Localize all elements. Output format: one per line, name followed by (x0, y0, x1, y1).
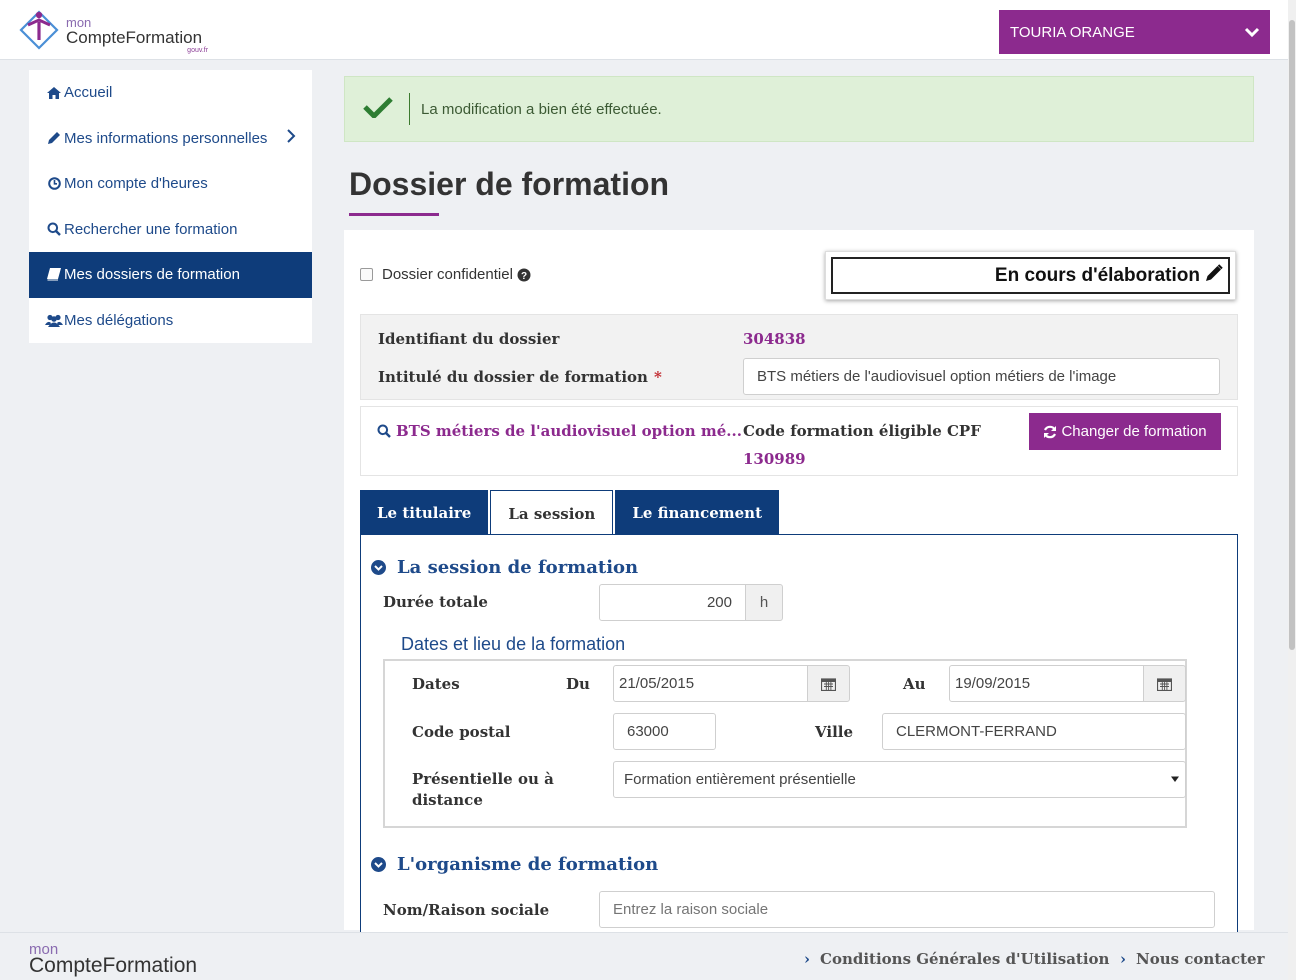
dossier-title-input[interactable]: BTS métiers de l'audiovisuel option méti… (743, 358, 1220, 395)
cp-label: Code postal (412, 723, 511, 741)
sidebar-item-label: Mes délégations (64, 311, 174, 329)
tab-financement[interactable]: Le financement (615, 490, 780, 535)
confidential-row: Dossier confidentiel ? (360, 266, 531, 283)
dates-label: Dates (412, 675, 460, 693)
main-content: La modification a bien été effectuée. Do… (344, 76, 1254, 944)
au-label: Au (903, 675, 926, 693)
user-name: TOURIA ORANGE (1010, 23, 1135, 41)
formation-link[interactable]: BTS métiers de l'audiovisuel option mé..… (377, 422, 742, 440)
search-icon (45, 222, 63, 237)
select-arrow-icon (1171, 775, 1179, 783)
duree-input[interactable]: 200 (599, 584, 746, 621)
sidebar-item-delegations[interactable]: Mes délégations (29, 298, 312, 344)
cgu-link[interactable]: › Conditions Générales d'Utilisation (804, 950, 1109, 968)
sidebar-item-infos-perso[interactable]: Mes informations personnelles (29, 116, 312, 162)
chevron-circle-down-icon (371, 857, 386, 872)
ville-input[interactable]: CLERMONT-FERRAND (882, 713, 1186, 750)
title-underline (349, 213, 439, 216)
tab-titulaire[interactable]: Le titulaire (360, 490, 489, 535)
organisme-section-title[interactable]: L'organisme de formation (371, 854, 658, 875)
sidebar-item-dossiers[interactable]: Mes dossiers de formation (29, 252, 312, 298)
footer-logo[interactable]: mon CompteFormation (29, 942, 198, 977)
date-au-input[interactable]: 19/09/2015 (949, 665, 1144, 702)
sidebar-item-label: Mon compte d'heures (64, 175, 208, 193)
logo-mark-icon (16, 8, 62, 54)
change-formation-button[interactable]: Changer de formation (1029, 413, 1221, 450)
title-label: Intitulé du dossier de formation * (378, 368, 662, 386)
required-mark: * (653, 368, 662, 386)
mode-label: Présentielle ou à distance (412, 770, 554, 809)
duree-label: Durée totale (383, 593, 488, 611)
sidebar: Accueil Mes informations personnelles Mo… (29, 70, 312, 343)
sidebar-item-label: Mes informations personnelles (64, 129, 268, 147)
nom-label: Nom/Raison sociale (383, 901, 550, 919)
contact-link[interactable]: › Nous contacter (1120, 950, 1265, 968)
cpf-label: Code formation éligible CPF (743, 422, 981, 440)
sidebar-item-label: Mes dossiers de formation (64, 266, 240, 284)
confidential-checkbox[interactable] (360, 268, 373, 281)
status-text: En cours d'élaboration (994, 264, 1200, 286)
footer: mon CompteFormation › Conditions Générale… (0, 932, 1288, 980)
duree-unit-addon: h (745, 584, 783, 621)
home-icon (45, 86, 63, 99)
logo-big-text: CompteFormation (66, 28, 203, 47)
help-icon[interactable]: ? (517, 268, 531, 282)
pencil-icon (45, 131, 63, 145)
sidebar-item-rechercher[interactable]: Rechercher une formation (29, 207, 312, 253)
site-logo[interactable]: mon CompteFormation gouv.fr (16, 8, 208, 54)
chevron-circle-down-icon (371, 560, 386, 575)
code-postal-input[interactable]: 63000 (613, 713, 716, 750)
chevron-right-icon (286, 128, 296, 147)
dates-lieu-fieldset: Dates Du 21/05/2015 Au 19/09/2015 Code p… (383, 659, 1187, 828)
status-box[interactable]: En cours d'élaboration (825, 251, 1236, 300)
formation-box: BTS métiers de l'audiovisuel option mé..… (360, 406, 1238, 476)
book-icon (45, 268, 63, 281)
sidebar-item-label: Rechercher une formation (64, 220, 238, 238)
sidebar-item-accueil[interactable]: Accueil (29, 70, 312, 116)
user-menu-button[interactable]: TOURIA ORANGE (999, 10, 1270, 54)
logo-gouv-text: gouv.fr (187, 47, 209, 54)
page-title: Dossier de formation (349, 166, 670, 202)
clock-icon (45, 177, 63, 191)
users-icon (45, 314, 63, 327)
sidebar-item-compte-heures[interactable]: Mon compte d'heures (29, 161, 312, 207)
id-label: Identifiant du dossier (378, 330, 560, 348)
date-du-input[interactable]: 21/05/2015 (613, 665, 808, 702)
edit-pencil-icon[interactable] (1200, 263, 1223, 288)
chevron-right-icon: › (1120, 950, 1126, 968)
top-header: mon CompteFormation gouv.fr TOURIA ORANG… (0, 0, 1288, 60)
id-value: 304838 (743, 330, 806, 348)
dossier-tabs: Le titulaire La session Le financement (360, 490, 780, 536)
mode-select[interactable]: Formation entièrement présentielle (613, 761, 1186, 798)
alert-divider (409, 93, 410, 125)
search-icon (377, 424, 391, 438)
dossier-info-box: Identifiant du dossier 304838 Intitulé d… (360, 314, 1238, 400)
confidential-label: Dossier confidentiel (382, 266, 513, 283)
ville-label: Ville (815, 723, 854, 741)
page-scrollbar[interactable] (1288, 0, 1296, 980)
nom-raison-sociale-input[interactable] (599, 891, 1215, 928)
calendar-icon[interactable] (1143, 665, 1186, 702)
cpf-value: 130989 (743, 450, 806, 468)
dossier-card: Dossier confidentiel ? En cours d'élabor… (344, 230, 1254, 944)
success-alert: La modification a bien été effectuée. (344, 76, 1254, 142)
footer-logo-big: CompteFormation (29, 953, 198, 977)
chevron-down-icon (1244, 24, 1260, 44)
session-tab-panel: La session de formation Durée totale 200… (360, 534, 1238, 944)
session-section-title[interactable]: La session de formation (371, 557, 638, 578)
du-label: Du (566, 675, 590, 693)
svg-text:?: ? (521, 271, 527, 282)
tab-session[interactable]: La session (490, 490, 614, 536)
scrollbar-thumb[interactable] (1289, 20, 1295, 650)
alert-message: La modification a bien été effectuée. (421, 100, 662, 118)
calendar-icon[interactable] (807, 665, 850, 702)
sidebar-item-label: Accueil (64, 84, 113, 102)
refresh-icon (1043, 425, 1061, 439)
checkmark-icon (363, 96, 393, 122)
dates-lieu-legend: Dates et lieu de la formation (401, 634, 626, 654)
chevron-right-icon: › (804, 950, 810, 968)
